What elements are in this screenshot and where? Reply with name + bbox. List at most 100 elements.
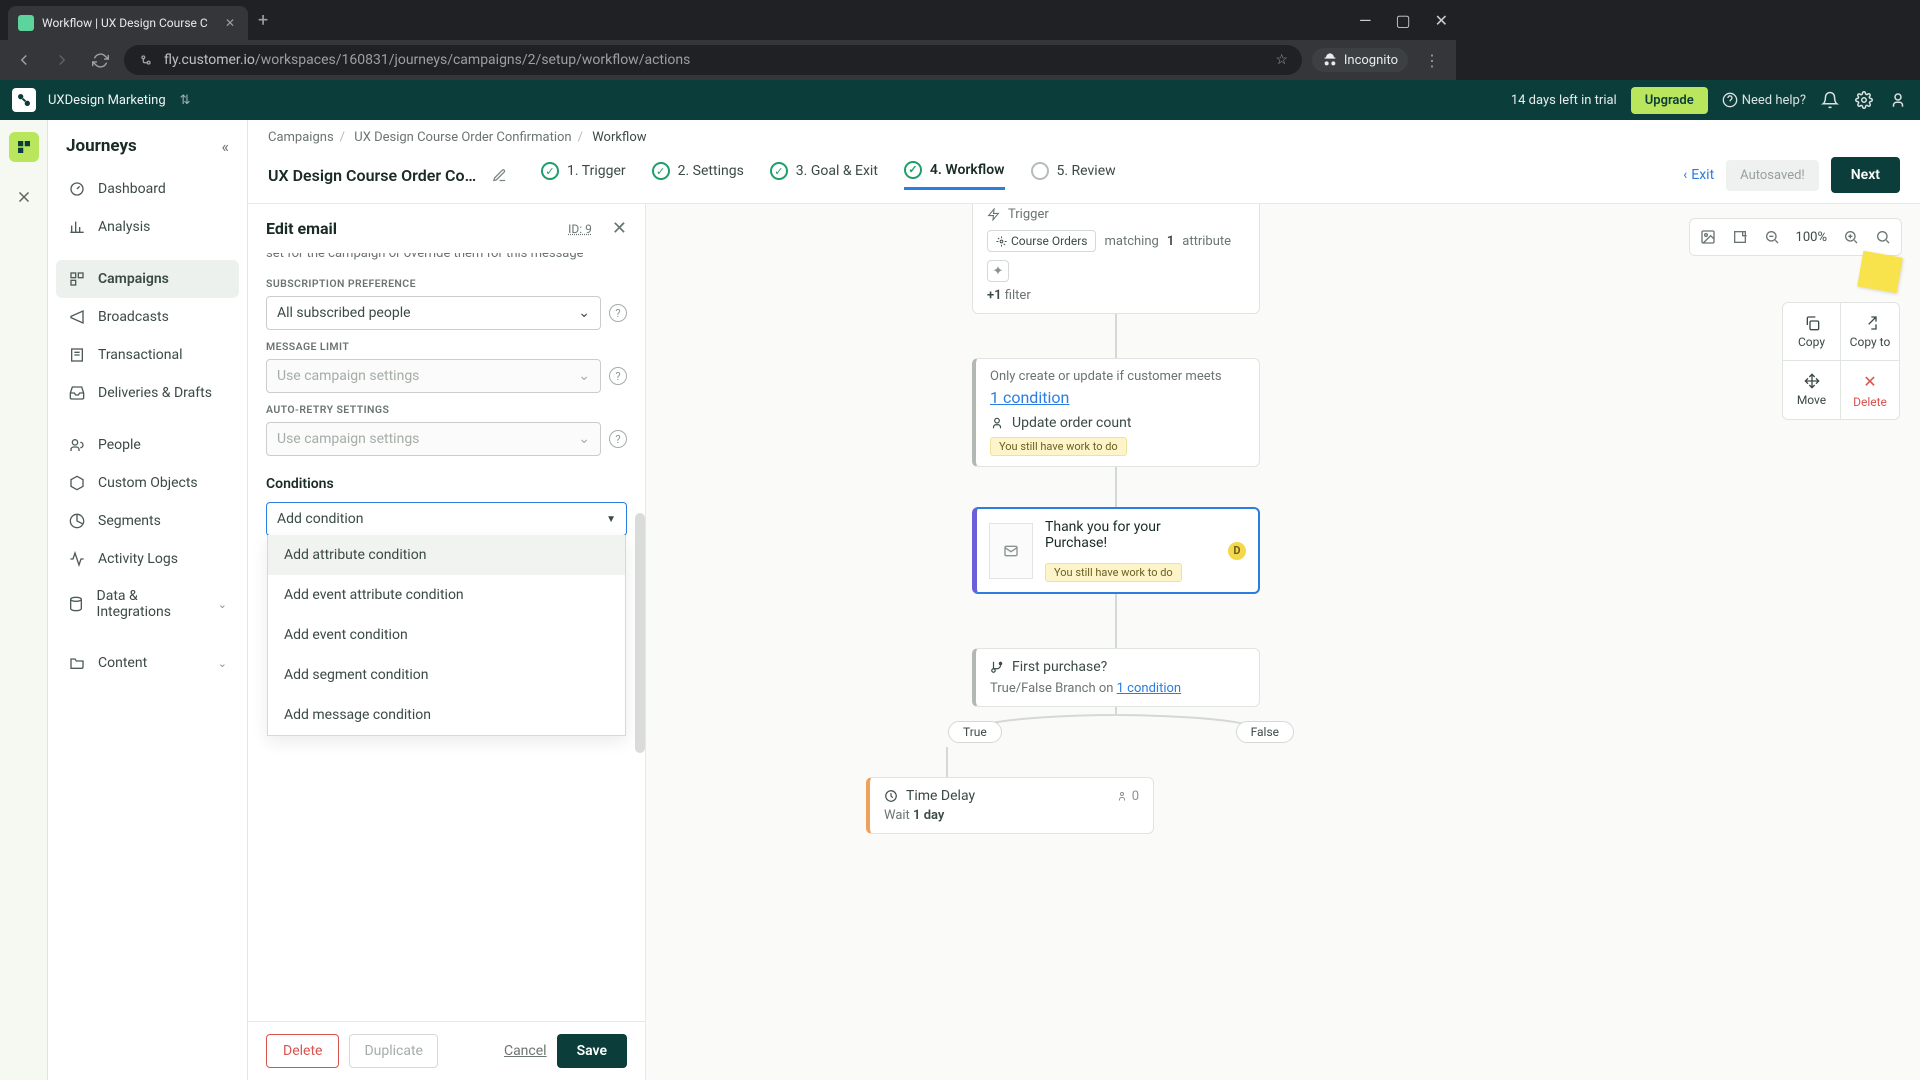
rail-journeys-icon[interactable] (9, 132, 39, 162)
add-condition-select[interactable]: Add condition ▼ Add attribute condition … (266, 502, 627, 536)
help-icon[interactable]: ? (609, 367, 627, 385)
branch-false-pill[interactable]: False (1236, 721, 1294, 743)
update-attribute-node[interactable]: Only create or update if customer meets … (972, 358, 1260, 467)
sidebar-item-activity-logs[interactable]: Activity Logs (56, 540, 239, 578)
campaign-icon (68, 270, 86, 288)
email-node[interactable]: Thank you for your Purchase! You still h… (972, 507, 1260, 594)
settings-icon[interactable] (1854, 90, 1874, 110)
delete-button[interactable]: Delete (266, 1034, 339, 1068)
copy-to-tool[interactable]: Copy to (1841, 303, 1899, 361)
sidebar-collapse-icon[interactable]: « (221, 137, 229, 156)
next-button[interactable]: Next (1831, 157, 1900, 193)
upgrade-button[interactable]: Upgrade (1631, 87, 1708, 114)
option-event-condition[interactable]: Add event condition (268, 615, 625, 655)
auto-retry-select[interactable]: Use campaign settings ⌄ (266, 422, 601, 456)
sidebar-item-analysis[interactable]: Analysis (56, 208, 239, 246)
sidebar-item-content[interactable]: Content⌄ (56, 644, 239, 682)
sidebar-item-data-integrations[interactable]: Data & Integrations⌄ (56, 578, 239, 630)
forward-button[interactable] (48, 46, 76, 74)
workflow-canvas[interactable]: 100% Copy Copy to Move ✕Delete Trigger (646, 204, 1920, 1080)
note-tool-icon[interactable] (1726, 223, 1754, 251)
save-button[interactable]: Save (557, 1034, 627, 1068)
zoom-in-icon[interactable] (1837, 223, 1865, 251)
sidebar-item-deliveries[interactable]: Deliveries & Drafts (56, 374, 239, 412)
step-goal-exit[interactable]: ✓3. Goal & Exit (770, 162, 878, 188)
sidebar-item-broadcasts[interactable]: Broadcasts (56, 298, 239, 336)
suggestions-icon[interactable]: ✦ (987, 260, 1009, 282)
time-delay-node[interactable]: Time Delay 0 Wait 1 day (866, 777, 1154, 834)
notifications-icon[interactable] (1820, 90, 1840, 110)
subscription-preference-select[interactable]: All subscribed people ⌄ (266, 296, 601, 330)
help-icon[interactable]: ? (609, 304, 627, 322)
step-workflow[interactable]: ✓4. Workflow (904, 161, 1005, 190)
browser-menu-icon[interactable]: ⋮ (1418, 46, 1446, 74)
workspace-name[interactable]: UXDesign Marketing (48, 93, 166, 108)
back-button[interactable] (10, 46, 38, 74)
option-event-attribute-condition[interactable]: Add event attribute condition (268, 575, 625, 615)
branch-node[interactable]: First purchase? True/False Branch on 1 c… (972, 648, 1260, 707)
browser-toolbar: fly.customer.io/workspaces/160831/journe… (0, 40, 1456, 80)
sidebar-item-segments[interactable]: Segments (56, 502, 239, 540)
trigger-filter-count[interactable]: +1 filter (987, 288, 1245, 303)
delete-tool[interactable]: ✕Delete (1841, 361, 1899, 419)
sticky-note[interactable] (1857, 251, 1903, 293)
step-settings[interactable]: ✓2. Settings (652, 162, 744, 188)
url-bar[interactable]: fly.customer.io/workspaces/160831/journe… (124, 45, 1302, 75)
sidebar-item-people[interactable]: People (56, 426, 239, 464)
breadcrumb-current: Workflow (592, 130, 646, 145)
sidebar-item-dashboard[interactable]: Dashboard (56, 170, 239, 208)
move-tool[interactable]: Move (1783, 361, 1841, 419)
option-segment-condition[interactable]: Add segment condition (268, 655, 625, 695)
branch-true-pill[interactable]: True (948, 721, 1002, 743)
work-to-do-badge: You still have work to do (990, 437, 1127, 456)
caret-down-icon: ▼ (606, 514, 616, 525)
close-window-icon[interactable]: ✕ (1435, 11, 1448, 30)
help-link[interactable]: Need help? (1722, 90, 1806, 110)
breadcrumb-campaign-name[interactable]: UX Design Course Order Confirmation (354, 130, 571, 145)
exit-link[interactable]: ‹Exit (1683, 167, 1714, 183)
copy-tool[interactable]: Copy (1783, 303, 1841, 361)
sidebar-item-transactional[interactable]: Transactional (56, 336, 239, 374)
step-review[interactable]: 5. Review (1031, 162, 1116, 188)
chevron-left-icon: ‹ (1683, 167, 1687, 183)
breadcrumb-campaigns[interactable]: Campaigns (268, 130, 334, 145)
conditions-title: Conditions (266, 476, 627, 492)
app-logo[interactable] (12, 88, 36, 112)
option-message-condition[interactable]: Add message condition (268, 695, 625, 735)
sidebar: Journeys « Dashboard Analysis Campaigns … (48, 120, 248, 1080)
search-icon[interactable] (1869, 223, 1897, 251)
minimize-icon[interactable]: — (1359, 11, 1372, 30)
option-attribute-condition[interactable]: Add attribute condition (268, 535, 625, 575)
bookmark-icon[interactable]: ☆ (1275, 52, 1288, 68)
trigger-chip[interactable]: Course Orders (987, 230, 1096, 252)
auto-retry-label: AUTO-RETRY SETTINGS (266, 403, 627, 416)
message-limit-select[interactable]: Use campaign settings ⌄ (266, 359, 601, 393)
image-tool-icon[interactable] (1694, 223, 1722, 251)
help-icon[interactable]: ? (609, 430, 627, 448)
reload-button[interactable] (86, 46, 114, 74)
site-info-icon[interactable] (138, 52, 154, 68)
incognito-badge[interactable]: Incognito (1312, 48, 1408, 72)
scrollbar[interactable] (635, 513, 645, 753)
zoom-out-icon[interactable] (1758, 223, 1786, 251)
edit-title-icon[interactable] (492, 168, 507, 183)
autosaved-status: Autosaved! (1726, 160, 1819, 191)
new-tab-button[interactable]: + (258, 10, 268, 31)
condition-link[interactable]: 1 condition (990, 388, 1069, 407)
maximize-icon[interactable]: ▢ (1395, 11, 1410, 30)
rail-secondary-icon[interactable] (9, 182, 39, 212)
chevron-down-icon: ⌄ (218, 657, 227, 670)
tab-close-icon[interactable]: ✕ (222, 16, 238, 30)
workspace-switcher-icon[interactable]: ⇅ (180, 93, 191, 108)
duplicate-button[interactable]: Duplicate (349, 1034, 438, 1068)
account-icon[interactable] (1888, 90, 1908, 110)
close-panel-icon[interactable]: ✕ (612, 218, 627, 239)
cancel-button[interactable]: Cancel (504, 1043, 547, 1059)
browser-tab[interactable]: Workflow | UX Design Course C ✕ (8, 6, 248, 40)
sidebar-item-custom-objects[interactable]: Custom Objects (56, 464, 239, 502)
sidebar-item-campaigns[interactable]: Campaigns (56, 260, 239, 298)
step-trigger[interactable]: ✓1. Trigger (541, 162, 626, 188)
id-link[interactable]: ID: 9 (568, 222, 592, 236)
condition-link[interactable]: 1 condition (1117, 681, 1181, 696)
trigger-node[interactable]: Trigger Course Orders matching 1 attribu… (972, 204, 1260, 314)
